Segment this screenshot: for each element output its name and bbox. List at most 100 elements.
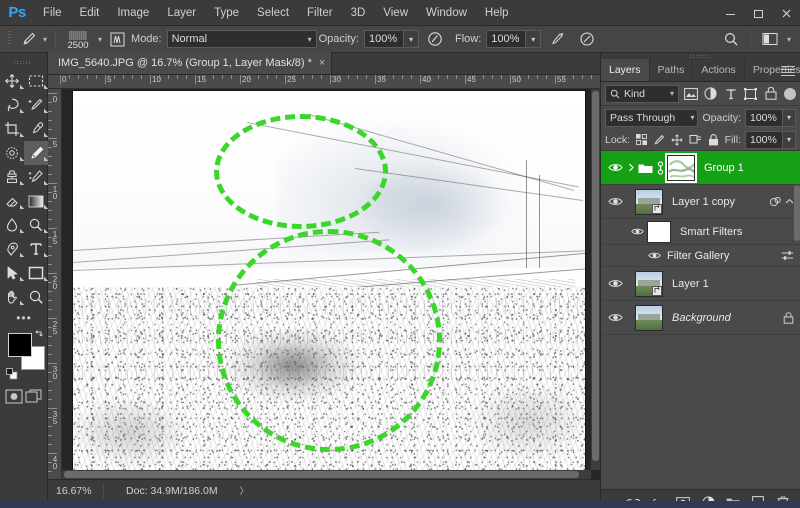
options-bar-grip[interactable] — [4, 26, 16, 53]
type-tool[interactable] — [24, 237, 49, 262]
smart-object-filter-icon[interactable] — [762, 85, 779, 103]
lock-icon[interactable] — [783, 311, 794, 324]
filter-kind-select[interactable]: Kind ▾ — [605, 84, 679, 103]
menu-type[interactable]: Type — [205, 0, 248, 26]
opacity-stepper[interactable]: ▾ — [403, 30, 419, 48]
lock-artboard-icon[interactable] — [688, 132, 702, 148]
layer-row-filter-gallery[interactable]: Filter Gallery — [601, 245, 800, 267]
swap-colors-icon[interactable] — [34, 329, 45, 340]
vertical-ruler[interactable]: 0 5 10 15 20 25 30 35 40 — [48, 89, 62, 479]
pen-tool[interactable] — [0, 237, 25, 262]
visibility-toggle-icon[interactable] — [605, 301, 625, 335]
type-filter-icon[interactable] — [722, 85, 739, 103]
spot-healing-brush-tool[interactable] — [0, 141, 25, 166]
layer-thumbnail[interactable] — [635, 304, 663, 331]
eraser-tool[interactable] — [0, 189, 25, 214]
zoom-tool[interactable] — [24, 285, 48, 309]
rectangle-tool[interactable] — [24, 261, 49, 286]
menu-3d[interactable]: 3D — [342, 0, 375, 26]
hand-tool[interactable] — [0, 285, 25, 310]
visibility-toggle-icon[interactable] — [627, 219, 647, 245]
zoom-level-field[interactable]: 16.67% — [48, 482, 104, 499]
adjustment-filter-icon[interactable] — [702, 85, 719, 103]
path-selection-tool[interactable] — [0, 261, 25, 286]
layer-row-group-1[interactable]: Group 1 — [601, 151, 800, 185]
horizontal-ruler[interactable]: 0 5 10 15 20 25 30 35 40 45 50 55 — [56, 75, 600, 89]
lock-position-icon[interactable] — [670, 132, 684, 148]
mask-link-icon[interactable] — [654, 160, 667, 175]
default-colors-icon[interactable] — [6, 368, 18, 380]
layer-name[interactable]: Layer 1 — [663, 278, 709, 290]
canvas-horizontal-scrollbar[interactable] — [62, 470, 591, 479]
rectangular-marquee-tool[interactable] — [24, 69, 49, 94]
chevron-up-icon[interactable] — [785, 198, 794, 205]
blend-mode-select[interactable]: Normal ▾ — [166, 30, 317, 48]
menu-file[interactable]: File — [34, 0, 71, 26]
brush-panel-icon[interactable] — [105, 28, 129, 50]
flow-input[interactable]: 100% — [486, 30, 527, 48]
pressure-opacity-icon[interactable] — [423, 28, 447, 50]
layer-thumbnail[interactable] — [635, 270, 663, 297]
menu-view[interactable]: View — [374, 0, 417, 26]
scrollbar-thumb[interactable] — [592, 91, 599, 461]
current-tool-brush-icon[interactable] — [16, 28, 40, 50]
visibility-toggle-icon[interactable] — [645, 245, 663, 267]
close-icon[interactable]: × — [319, 57, 325, 69]
menu-filter[interactable]: Filter — [298, 0, 342, 26]
blending-options-icon[interactable] — [781, 250, 794, 261]
quick-selection-tool[interactable] — [24, 93, 49, 118]
layer-row-layer-1-copy[interactable]: Layer 1 copy — [601, 185, 800, 241]
tool-preset-caret[interactable]: ▾ — [40, 35, 50, 44]
layer-fill-input[interactable]: 100% — [745, 130, 783, 149]
pixel-filter-icon[interactable] — [682, 85, 699, 103]
artboard[interactable] — [73, 91, 585, 475]
menu-layer[interactable]: Layer — [158, 0, 205, 26]
lasso-tool[interactable] — [0, 93, 25, 118]
layer-thumbnail[interactable] — [635, 188, 663, 215]
layer-opacity-stepper[interactable]: ▾ — [783, 108, 796, 127]
panel-menu-icon[interactable] — [781, 65, 795, 77]
filter-enable-toggle[interactable] — [784, 87, 796, 100]
lock-image-pixels-icon[interactable] — [652, 132, 666, 148]
layer-name[interactable]: Layer 1 copy — [663, 196, 735, 208]
scrollbar-thumb[interactable] — [64, 471, 579, 478]
lock-all-icon[interactable] — [707, 132, 721, 148]
menu-image[interactable]: Image — [108, 0, 158, 26]
move-tool[interactable] — [0, 69, 25, 94]
canvas-area[interactable] — [62, 89, 600, 479]
layer-row-layer-1[interactable]: Layer 1 — [601, 267, 800, 301]
shape-filter-icon[interactable] — [742, 85, 759, 103]
airbrush-icon[interactable] — [545, 28, 569, 50]
workspace-switcher-icon[interactable] — [758, 28, 782, 50]
brush-size-preview[interactable]: 2500 — [61, 27, 95, 51]
tab-actions[interactable]: Actions — [693, 59, 745, 81]
menu-edit[interactable]: Edit — [71, 0, 109, 26]
dodge-tool[interactable] — [24, 213, 49, 238]
foreground-color-swatch[interactable] — [8, 333, 32, 357]
layer-fill-stepper[interactable]: ▾ — [783, 130, 796, 149]
flow-stepper[interactable]: ▾ — [526, 30, 542, 48]
crop-tool[interactable] — [0, 117, 25, 142]
gradient-tool[interactable] — [24, 189, 49, 214]
layer-row-background[interactable]: Background — [601, 301, 800, 335]
brush-tool[interactable] — [24, 141, 49, 166]
quick-mask-icon[interactable] — [5, 387, 23, 405]
tab-paths[interactable]: Paths — [649, 59, 694, 81]
visibility-toggle-icon[interactable] — [605, 151, 625, 185]
eyedropper-tool[interactable] — [24, 117, 49, 142]
tab-layers[interactable]: Layers — [601, 59, 650, 81]
edit-toolbar-button[interactable]: ••• — [0, 309, 48, 327]
minimize-button[interactable] — [716, 0, 744, 26]
blur-tool[interactable] — [0, 213, 25, 238]
opacity-input[interactable]: 100% — [363, 30, 404, 48]
layer-name[interactable]: Background — [663, 312, 731, 324]
maximize-button[interactable] — [744, 0, 772, 26]
layer-name[interactable]: Filter Gallery — [663, 250, 729, 262]
smart-filter-indicator-icon[interactable] — [769, 196, 781, 208]
menu-window[interactable]: Window — [417, 0, 476, 26]
document-tab[interactable]: IMG_5640.JPG @ 16.7% (Group 1, Layer Mas… — [48, 52, 333, 74]
workspace-caret[interactable]: ▾ — [784, 35, 794, 44]
layer-blend-mode-select[interactable]: Pass Through ▾ — [605, 108, 699, 127]
tools-panel-grip[interactable] — [0, 57, 47, 69]
search-icon[interactable] — [719, 28, 743, 50]
